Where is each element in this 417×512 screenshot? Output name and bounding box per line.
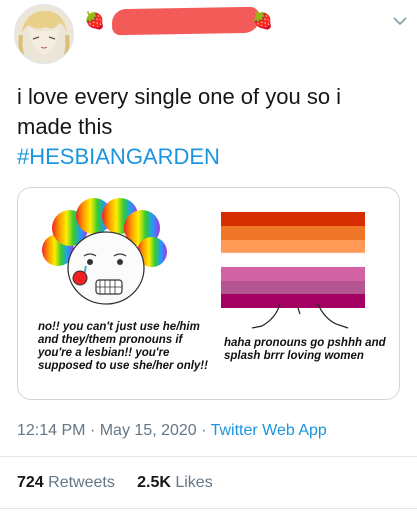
divider: [0, 456, 417, 457]
tweet-media[interactable]: no!! you can't just use he/him and they/…: [17, 187, 400, 400]
meta-separator: ·: [201, 422, 207, 439]
strawberry-icon: 🍓: [252, 11, 274, 30]
meta-separator: ·: [89, 422, 96, 439]
flag-stripe: [221, 226, 365, 240]
meme-caption-left: no!! you can't just use he/him and they/…: [38, 321, 208, 372]
tweet-stats: 724 Retweets 2.5K Likes: [17, 474, 213, 492]
avatar[interactable]: [14, 4, 74, 64]
tweet-text: i love every single one of you so i made…: [17, 82, 405, 172]
tweet-date[interactable]: May 15, 2020: [100, 422, 197, 439]
likes-count: 2.5K: [137, 474, 171, 491]
hashtag-link[interactable]: #HESBIANGARDEN: [17, 142, 405, 172]
strawberry-icon: 🍓: [84, 11, 106, 30]
meme-caption-right: haha pronouns go pshhh and splash brrr l…: [224, 337, 386, 362]
flag-stripe: [221, 212, 365, 226]
retweets-stat[interactable]: 724 Retweets: [17, 474, 115, 491]
flag-stripe: [221, 267, 365, 281]
flag-stripe: [221, 281, 365, 294]
tweet-metadata: 12:14 PM · May 15, 2020 · Twitter Web Ap…: [17, 422, 327, 440]
avatar-image: [15, 5, 73, 63]
retweets-label: Retweets: [48, 474, 115, 491]
chevron-down-icon[interactable]: [392, 14, 408, 28]
source-app-link[interactable]: Twitter Web App: [211, 422, 327, 439]
retweets-count: 724: [17, 474, 44, 491]
tweet-header: 🍓 🍓: [0, 0, 417, 72]
lesbian-flag: [221, 212, 365, 308]
clown-drawing: [42, 198, 167, 305]
tweet-time[interactable]: 12:14 PM: [17, 422, 85, 439]
divider: [0, 508, 417, 509]
tweet-text-line: made this: [17, 114, 113, 139]
flag-stripe: [221, 240, 365, 253]
redacted-name: [111, 6, 261, 36]
flag-stripe: [221, 252, 365, 268]
tweet-text-line: i love every single one of you so i: [17, 84, 342, 109]
likes-stat[interactable]: 2.5K Likes: [137, 474, 213, 491]
flag-legs: [251, 304, 349, 329]
likes-label: Likes: [175, 474, 213, 491]
